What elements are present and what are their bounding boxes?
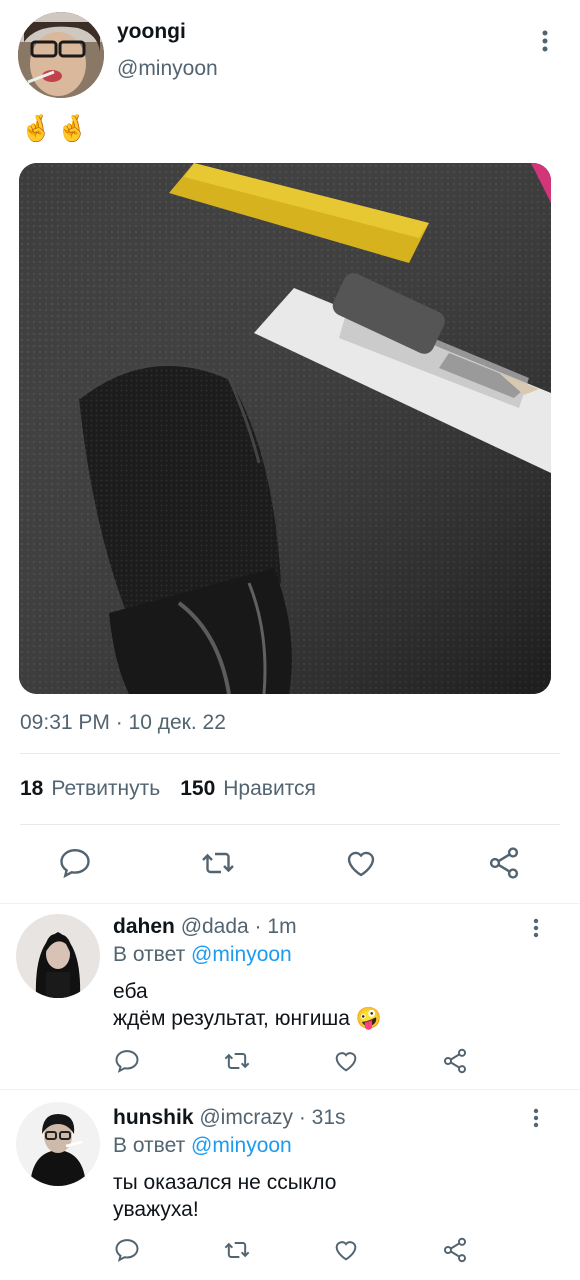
reply-icon[interactable] — [113, 1236, 141, 1264]
reply-prefix: В ответ — [113, 943, 186, 966]
tweet-stats: 18 Ретвитнуть 150 Нравится — [20, 777, 336, 801]
like-icon[interactable] — [343, 845, 379, 881]
share-icon[interactable] — [441, 1047, 469, 1075]
retweet-icon[interactable] — [223, 1236, 251, 1264]
share-icon[interactable] — [441, 1236, 469, 1264]
reply-context: В ответ @minyoon — [113, 1134, 292, 1158]
divider — [20, 753, 560, 754]
reply-author-name[interactable]: hunshik — [113, 1106, 194, 1129]
reply-header: hunshik @imcrazy · 31s — [113, 1106, 346, 1130]
reply-mention-link[interactable]: @minyoon — [191, 1134, 292, 1157]
reply-text-line: уважуха! — [113, 1198, 199, 1221]
reply-prefix: В ответ — [113, 1134, 186, 1157]
reply-text-line: еба — [113, 980, 148, 1003]
reply-icon[interactable] — [113, 1047, 141, 1075]
share-icon[interactable] — [486, 845, 522, 881]
retweets-label[interactable]: Ретвитнуть — [51, 777, 160, 801]
like-icon[interactable] — [332, 1236, 360, 1264]
avatar[interactable] — [16, 1102, 100, 1186]
reply-context: В ответ @minyoon — [113, 943, 292, 967]
reply-text-line: ждём результат, юнгиша 🤪 — [113, 1007, 382, 1030]
reply-item[interactable]: dahen @dada · 1m В ответ @minyoon еба жд… — [0, 904, 580, 1089]
reply-icon[interactable] — [57, 845, 93, 881]
retweet-icon[interactable] — [223, 1047, 251, 1075]
author-avatar[interactable] — [18, 12, 104, 98]
reply-handle-time[interactable]: @dada · 1m — [181, 915, 297, 938]
like-icon[interactable] — [332, 1047, 360, 1075]
reply-item[interactable]: hunshik @imcrazy · 31s В ответ @minyoon … — [0, 1090, 580, 1280]
reply-text: еба ждём результат, юнгиша 🤪 — [113, 978, 382, 1032]
retweets-count[interactable]: 18 — [20, 777, 43, 801]
author-handle[interactable]: @minyoon — [117, 57, 218, 81]
retweet-icon[interactable] — [200, 845, 236, 881]
more-options-icon[interactable] — [525, 916, 547, 940]
reply-mention-link[interactable]: @minyoon — [191, 943, 292, 966]
likes-count[interactable]: 150 — [180, 777, 215, 801]
reply-author-name[interactable]: dahen — [113, 915, 175, 938]
reply-text: ты оказался не ссыкло уважуха! — [113, 1169, 336, 1223]
divider — [20, 824, 560, 825]
reply-header: dahen @dada · 1m — [113, 915, 297, 939]
more-options-icon[interactable] — [533, 28, 557, 54]
reply-handle-time[interactable]: @imcrazy · 31s — [199, 1106, 345, 1129]
tweet-timestamp[interactable]: 09:31 PM · 10 дек. 22 — [20, 711, 226, 735]
reply-text-line: ты оказался не ссыкло — [113, 1171, 337, 1194]
avatar[interactable] — [16, 914, 100, 998]
likes-label[interactable]: Нравится — [223, 777, 316, 801]
author-name[interactable]: yoongi — [117, 20, 186, 44]
more-options-icon[interactable] — [525, 1106, 547, 1130]
tweet-text: 🤞🤞 — [20, 113, 93, 143]
tweet-photo[interactable] — [19, 163, 551, 694]
